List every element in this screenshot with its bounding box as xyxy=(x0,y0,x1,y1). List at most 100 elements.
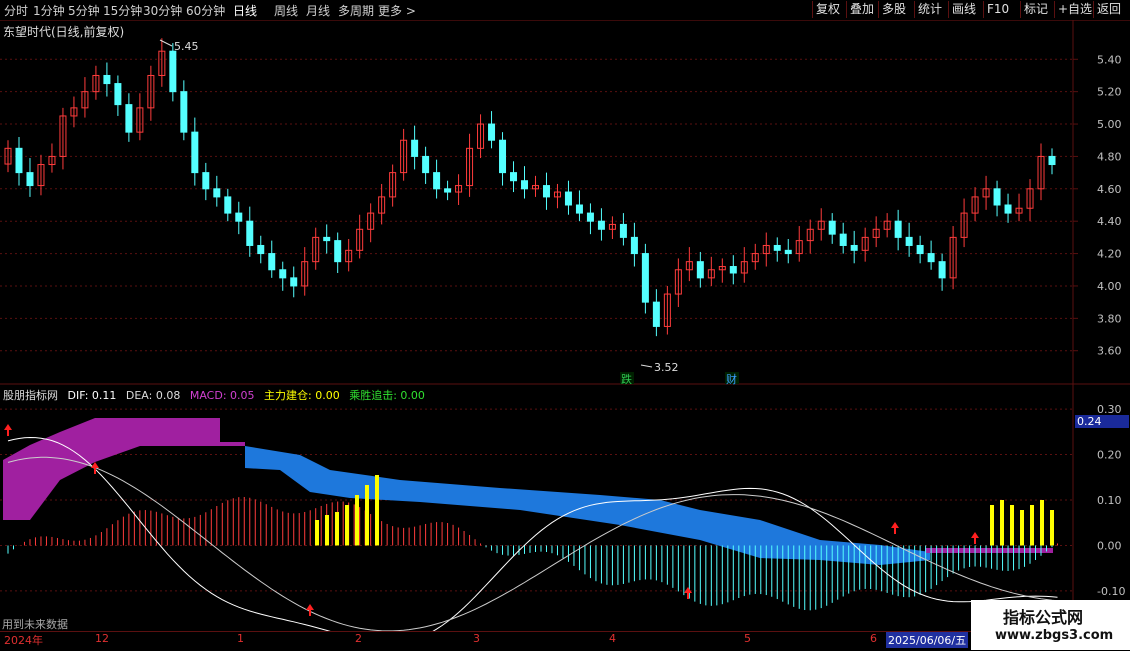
candle-body xyxy=(268,253,276,271)
chengsheng-value: 乘胜追击: 0.00 xyxy=(349,389,425,402)
purple-bar xyxy=(925,548,1053,553)
candle-body xyxy=(630,236,638,255)
watermark-url: www.zbgs3.com xyxy=(995,628,1114,643)
candle-body xyxy=(114,83,122,106)
date-label-4: 3 xyxy=(473,632,480,645)
candle-body xyxy=(773,244,781,251)
low-marker-line xyxy=(640,364,653,368)
candle-body xyxy=(488,123,496,141)
y-tick-label-5: 4.40 xyxy=(1097,215,1122,228)
dif-value: DIF: 0.11 xyxy=(67,389,117,402)
candle-body xyxy=(1048,155,1056,166)
candle-body xyxy=(521,180,529,190)
date-label-5: 4 xyxy=(609,632,616,645)
ind-y-tick-3: 0.00 xyxy=(1097,539,1122,552)
date-label-3: 2 xyxy=(355,632,362,645)
candle-body xyxy=(586,212,594,222)
purple-band xyxy=(3,418,245,520)
indicator-header: 股朋指标网 DIF: 0.11 DEA: 0.08 MACD: 0.05 主力建… xyxy=(3,387,431,403)
yellow-bar xyxy=(1030,505,1034,546)
date-label-1: 12 xyxy=(95,632,109,645)
candle-body xyxy=(927,253,935,263)
candle-body xyxy=(433,172,441,190)
current-date: 2025/06/06/五 xyxy=(886,632,969,648)
high-marker: 5.45 xyxy=(174,40,199,53)
date-label-7: 6 xyxy=(870,632,877,645)
candle-body xyxy=(916,244,924,255)
candle-body xyxy=(1004,204,1012,214)
y-tick-label-7: 4.00 xyxy=(1097,280,1122,293)
candle-body xyxy=(444,188,452,193)
candle-body xyxy=(938,261,946,279)
candle-body xyxy=(422,155,430,174)
candle-body xyxy=(411,139,419,157)
dif-line xyxy=(7,436,1058,644)
watermark: 指标公式网 www.zbgs3.com xyxy=(971,600,1130,650)
dea-line xyxy=(7,456,1058,632)
candle-body xyxy=(619,223,627,238)
candle-body xyxy=(729,266,737,274)
candle-body xyxy=(564,191,572,206)
candle-body xyxy=(542,185,550,198)
y-tick-label-0: 5.40 xyxy=(1097,53,1122,66)
candle-body xyxy=(334,240,342,263)
candle-body xyxy=(499,139,507,174)
y-tick-label-2: 5.00 xyxy=(1097,118,1122,131)
date-label-0: 2024年 xyxy=(4,634,43,647)
date-label-6: 5 xyxy=(744,632,751,645)
yellow-bar xyxy=(1040,500,1044,546)
yellow-bar xyxy=(355,495,359,546)
candle-body xyxy=(26,172,34,187)
macd-value: MACD: 0.05 xyxy=(189,389,255,402)
candle-body xyxy=(993,188,1001,206)
candle-body xyxy=(169,50,177,93)
yellow-bar xyxy=(315,520,319,546)
candle-body xyxy=(213,188,221,198)
footer-note: 用到未来数据 xyxy=(2,618,68,631)
candle-body xyxy=(202,172,210,190)
y-tick-label-3: 4.80 xyxy=(1097,150,1122,163)
yellow-bar xyxy=(325,515,329,546)
indicator-name: 股朋指标网 xyxy=(3,389,58,402)
candle-body xyxy=(652,301,660,327)
candle-body xyxy=(641,253,649,303)
y-tick-label-9: 3.60 xyxy=(1097,345,1122,358)
ind-y-tick-2: 0.10 xyxy=(1097,494,1122,507)
stock-chart[interactable]: 5.40 5.20 5.00 4.80 4.60 4.40 4.20 4.00 3.80 3.60… xyxy=(0,0,1130,650)
candle-body xyxy=(894,220,902,238)
candle-body xyxy=(784,249,792,255)
candle-body xyxy=(828,220,836,235)
y-tick-label-1: 5.20 xyxy=(1097,86,1122,99)
badge-0: 跌 xyxy=(621,372,632,386)
y-tick-label-4: 4.60 xyxy=(1097,183,1122,196)
candle-body xyxy=(839,233,847,246)
candle-body xyxy=(15,147,23,174)
ind-y-tick-1: 0.20 xyxy=(1097,449,1122,462)
low-marker: 3.52 xyxy=(654,361,679,374)
current-value-tag: 0.24 xyxy=(1075,415,1129,428)
dea-value: DEA: 0.08 xyxy=(125,389,181,402)
yellow-bar xyxy=(1020,510,1024,546)
candle-body xyxy=(510,172,518,182)
candle-body xyxy=(224,196,232,214)
yellow-bar xyxy=(345,505,349,546)
ind-y-tick-4: -0.10 xyxy=(1097,585,1125,598)
candle-body xyxy=(323,236,331,242)
candle-body xyxy=(246,220,254,246)
candle-body xyxy=(279,269,287,279)
candle-body xyxy=(597,220,605,230)
candle-body xyxy=(850,244,858,251)
candle-body xyxy=(125,104,133,133)
yellow-bar xyxy=(990,505,994,546)
yellow-bar xyxy=(1000,500,1004,546)
candle-body xyxy=(257,244,265,255)
candle-body xyxy=(180,91,188,133)
candle-body xyxy=(191,131,199,174)
candle-body xyxy=(103,74,111,85)
candle-body xyxy=(290,277,298,287)
candle-body xyxy=(235,212,243,222)
watermark-title: 指标公式网 xyxy=(1003,608,1084,627)
yellow-bar xyxy=(365,485,369,546)
yellow-bar xyxy=(1010,505,1014,546)
yellow-bar xyxy=(335,512,339,546)
